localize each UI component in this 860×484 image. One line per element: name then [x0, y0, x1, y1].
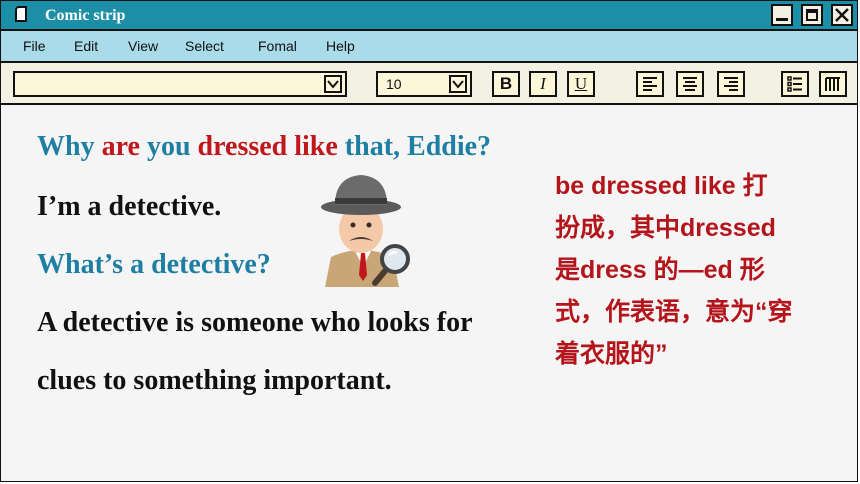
dropdown-arrow-icon [449, 75, 467, 93]
answer-line-1: I’m a detective. [37, 191, 222, 222]
menu-select[interactable]: Select [185, 38, 224, 54]
close-button[interactable] [831, 4, 853, 26]
toolbar: 10 B I U [1, 63, 857, 105]
bold-button[interactable]: B [492, 71, 520, 97]
menu-help[interactable]: Help [326, 38, 355, 54]
bullet-list-icon [787, 76, 802, 92]
answer-line-2: A detective is someone who looks for [37, 307, 473, 338]
align-center-icon [683, 77, 697, 91]
document-icon [15, 6, 27, 22]
text-why: Why [37, 131, 102, 162]
font-family-select[interactable] [13, 71, 347, 97]
columns-icon [825, 77, 840, 91]
align-left-button[interactable] [636, 71, 664, 97]
text-that-eddie: that, Eddie? [344, 131, 492, 162]
question-line-1: Why are you dressed like that, Eddie? [37, 131, 491, 163]
bullet-list-button[interactable] [781, 71, 809, 97]
columns-button[interactable] [819, 71, 847, 97]
text-you: you [146, 131, 198, 162]
dropdown-arrow-icon [324, 75, 342, 93]
menu-fomal[interactable]: Fomal [258, 38, 297, 54]
font-size-value: 10 [386, 76, 402, 92]
answer-line-3: clues to something important. [37, 365, 392, 396]
detective-emoji [321, 175, 410, 287]
italic-button[interactable]: I [529, 71, 557, 97]
menu-view[interactable]: View [128, 38, 158, 54]
font-size-select[interactable]: 10 [376, 71, 472, 97]
note-line: be dressed like 打 [555, 172, 768, 200]
menu-bar: File Edit View Select Fomal Help [1, 31, 857, 63]
note-line: 式，作表语，意为“穿 [555, 298, 793, 326]
maximize-button[interactable] [801, 4, 823, 26]
text-dressed-like: dressed like [197, 131, 345, 162]
title-bar: Comic strip [1, 1, 857, 31]
text-are: are [101, 131, 147, 162]
align-center-button[interactable] [676, 71, 704, 97]
menu-file[interactable]: File [23, 38, 46, 54]
menu-edit[interactable]: Edit [74, 38, 98, 54]
comic-strip-window: Comic strip File Edit View Select Fomal … [0, 0, 858, 482]
underline-button[interactable]: U [567, 71, 595, 97]
question-line-2: What’s a detective? [37, 249, 271, 280]
minimize-button[interactable] [771, 4, 793, 26]
align-left-icon [643, 77, 657, 91]
document-area[interactable]: Why are you dressed like that, Eddie? I’… [1, 105, 857, 481]
close-icon [835, 8, 849, 22]
note-line: 扮成，其中dressed [555, 214, 776, 242]
window-title: Comic strip [45, 7, 126, 24]
note-line: 是dress 的—ed 形 [555, 256, 765, 284]
grammar-note: be dressed like 打 扮成，其中dressed 是dress 的—… [555, 165, 841, 375]
note-line: 着衣服的” [555, 340, 668, 368]
align-right-icon [724, 77, 738, 91]
align-right-button[interactable] [717, 71, 745, 97]
